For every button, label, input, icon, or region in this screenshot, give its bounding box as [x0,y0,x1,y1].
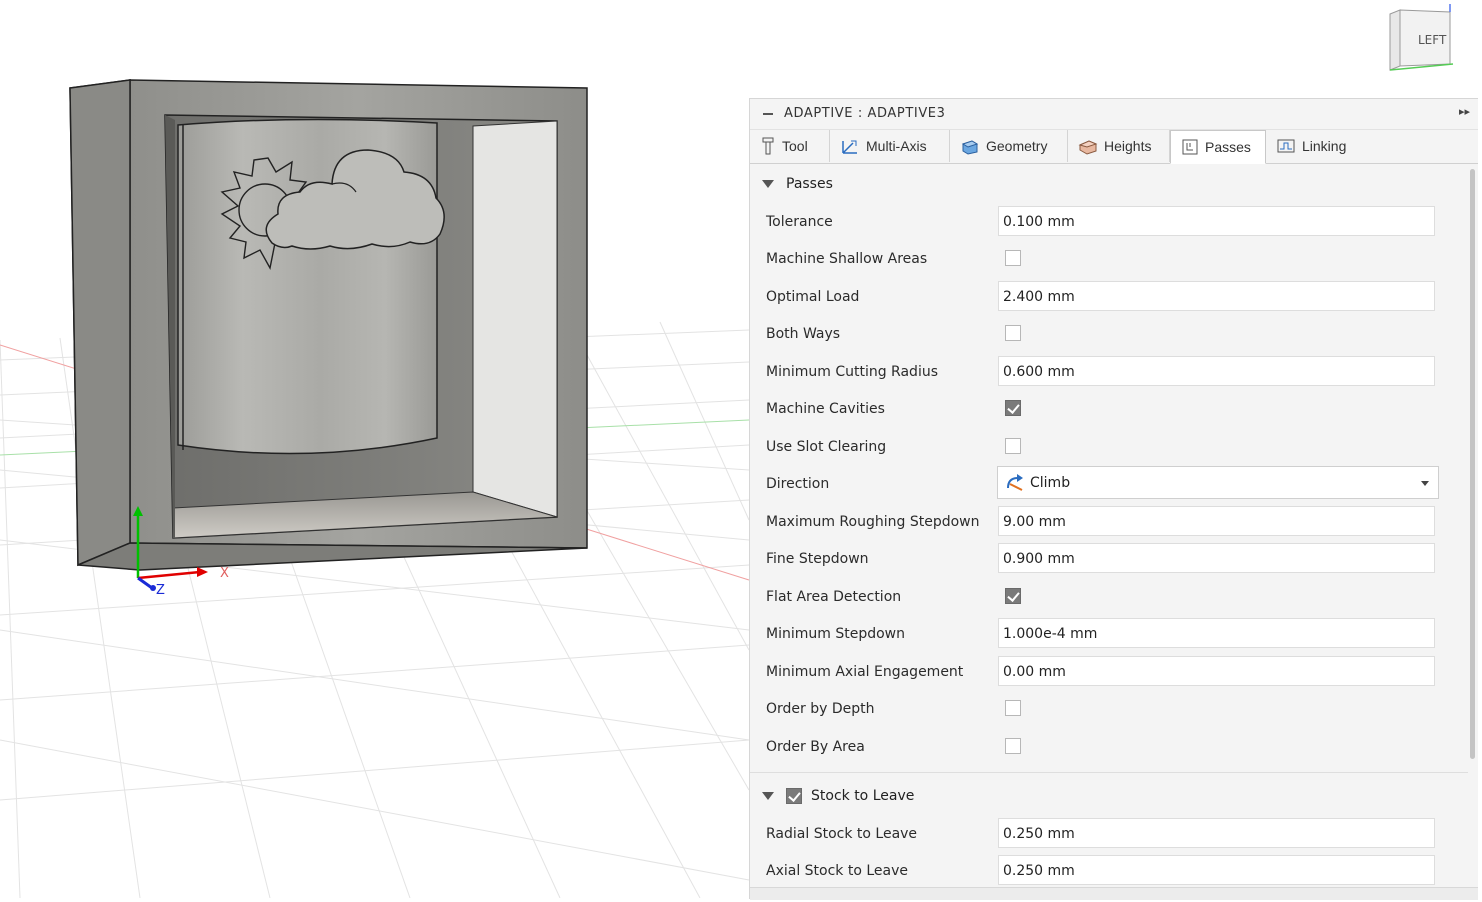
max-roughing-stepdown-input[interactable]: 9.00 mm [998,506,1435,536]
chevron-down-icon[interactable] [1421,481,1429,486]
tab-heights[interactable]: Heights [1068,130,1170,162]
tab-geometry-label: Geometry [986,138,1048,154]
viewcube[interactable]: LEFT [1378,4,1458,76]
row-order-by-area: Order By Area [750,729,1468,765]
radial-stock-input[interactable]: 0.250 mm [998,818,1435,848]
flat-area-detection-checkbox[interactable] [1005,588,1021,604]
row-optimal-load: Optimal Load 2.400 mm [750,279,1468,315]
row-both-ways: Both Ways [750,316,1468,352]
panel-title: ADAPTIVE : ADAPTIVE3 [784,106,946,121]
tab-tool[interactable]: Tool [750,130,830,162]
minimum-stepdown-label: Minimum Stepdown [766,626,905,642]
both-ways-label: Both Ways [766,326,841,342]
both-ways-checkbox[interactable] [1005,325,1021,341]
minimum-axial-engagement-input[interactable]: 0.00 mm [998,656,1435,686]
fine-stepdown-input[interactable]: 0.900 mm [998,543,1435,573]
row-machine-cavities: Machine Cavities [750,391,1468,427]
section-collapse-icon[interactable] [762,180,774,188]
expand-panel-icon[interactable]: ▸▸ [1459,105,1470,118]
machine-shallow-areas-checkbox[interactable] [1005,250,1021,266]
machine-cavities-checkbox[interactable] [1005,400,1021,416]
max-roughing-stepdown-label: Maximum Roughing Stepdown [766,514,980,530]
tab-linking[interactable]: Linking [1266,130,1362,162]
order-by-depth-checkbox[interactable] [1005,700,1021,716]
stock-section-title: Stock to Leave [811,788,915,804]
row-order-by-depth: Order by Depth [750,691,1468,727]
flat-area-detection-label: Flat Area Detection [766,589,902,605]
z-axis-label: Z [156,583,165,598]
optimal-load-label: Optimal Load [766,289,860,305]
row-use-slot-clearing: Use Slot Clearing [750,429,1468,465]
tab-multi-axis[interactable]: Multi-Axis [830,130,950,162]
panel-scrollbar[interactable] [1468,165,1478,899]
axial-stock-label: Axial Stock to Leave [766,863,909,879]
optimal-load-input[interactable]: 2.400 mm [998,281,1435,311]
row-radial-stock: Radial Stock to Leave 0.250 mm [750,816,1468,852]
row-machine-shallow-areas: Machine Shallow Areas [750,241,1468,277]
tab-passes-label: Passes [1205,139,1251,155]
direction-label: Direction [766,476,830,492]
use-slot-clearing-label: Use Slot Clearing [766,439,887,455]
model-box [69,79,588,571]
tab-bar: Tool Multi-Axis Geometry Heights Passes … [750,130,1478,164]
section-collapse-icon[interactable] [762,792,774,800]
tolerance-input[interactable]: 0.100 mm [998,206,1435,236]
panel-titlebar: ADAPTIVE : ADAPTIVE3 ▸▸ [750,99,1478,130]
operation-panel: ADAPTIVE : ADAPTIVE3 ▸▸ Tool Multi-Axis … [749,98,1478,900]
machine-cavities-label: Machine Cavities [766,401,885,417]
minimum-axial-engagement-label: Minimum Axial Engagement [766,664,964,680]
heights-icon [1078,140,1098,155]
x-axis-label: X [220,566,229,581]
tolerance-label: Tolerance [766,214,833,230]
tab-linking-label: Linking [1302,138,1347,154]
row-minimum-axial-engagement: Minimum Axial Engagement 0.00 mm [750,654,1468,690]
row-minimum-stepdown: Minimum Stepdown 1.000e-4 mm [750,616,1468,652]
climb-direction-icon [1007,474,1023,491]
minimum-cutting-radius-label: Minimum Cutting Radius [766,364,938,380]
direction-select[interactable]: Climb [997,466,1439,499]
row-tolerance: Tolerance 0.100 mm [750,204,1468,240]
use-slot-clearing-checkbox[interactable] [1005,438,1021,454]
stock-to-leave-checkbox[interactable] [786,788,802,804]
passes-icon [1182,139,1198,155]
order-by-area-label: Order By Area [766,739,865,755]
minimum-cutting-radius-input[interactable]: 0.600 mm [998,356,1435,386]
order-by-area-checkbox[interactable] [1005,738,1021,754]
fine-stepdown-label: Fine Stepdown [766,551,869,567]
row-axial-stock: Axial Stock to Leave 0.250 mm [750,853,1468,889]
stock-section-header[interactable]: Stock to Leave [762,788,914,804]
direction-value: Climb [1030,475,1071,491]
row-flat-area-detection: Flat Area Detection [750,579,1468,615]
axial-stock-input[interactable]: 0.250 mm [998,855,1435,885]
section-divider [750,772,1468,773]
scrollbar-thumb[interactable] [1470,169,1475,759]
tab-tool-label: Tool [782,138,808,154]
row-minimum-cutting-radius: Minimum Cutting Radius 0.600 mm [750,354,1468,390]
viewcube-face-label: LEFT [1418,33,1447,47]
order-by-depth-label: Order by Depth [766,701,875,717]
machine-shallow-areas-label: Machine Shallow Areas [766,251,928,267]
panel-footer [750,887,1478,900]
tab-passes[interactable]: Passes [1170,130,1266,164]
linking-icon [1277,139,1295,153]
row-max-roughing-stepdown: Maximum Roughing Stepdown 9.00 mm [750,504,1468,540]
tab-heights-label: Heights [1104,138,1152,154]
passes-section-title: Passes [786,176,833,192]
radial-stock-label: Radial Stock to Leave [766,826,918,842]
row-direction: Direction Climb [750,466,1468,502]
tab-multi-axis-label: Multi-Axis [866,138,927,154]
tool-icon [762,137,774,155]
tab-geometry[interactable]: Geometry [950,130,1068,162]
row-fine-stepdown: Fine Stepdown 0.900 mm [750,541,1468,577]
passes-section-header[interactable]: Passes [762,176,833,192]
minimum-stepdown-input[interactable]: 1.000e-4 mm [998,618,1435,648]
multi-axis-icon [842,140,857,154]
passes-tab-content: Passes Tolerance 0.100 mm Machine Shallo… [750,165,1468,899]
collapse-icon[interactable] [763,113,773,115]
geometry-icon [961,140,979,155]
